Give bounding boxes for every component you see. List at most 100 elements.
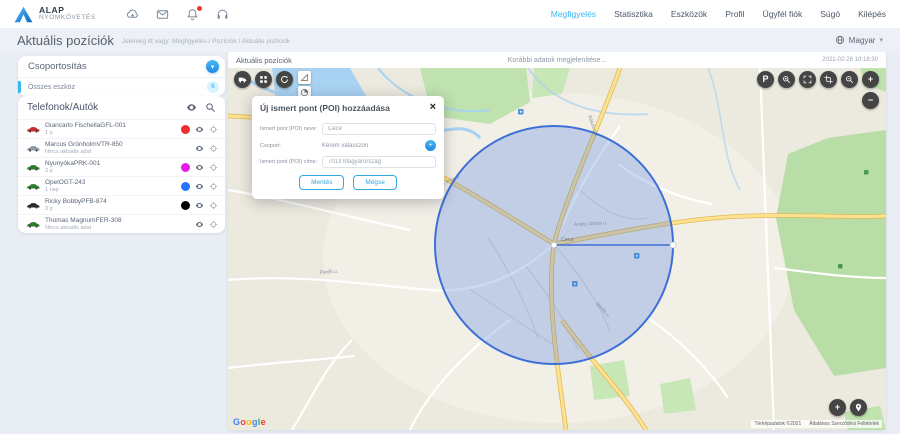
car-icon <box>26 163 40 172</box>
zoom-area-out-button[interactable] <box>841 71 858 88</box>
measure-tool-button[interactable] <box>298 71 311 84</box>
history-link[interactable]: Korábbi adatok megjelenítése... <box>228 57 886 64</box>
refresh-button[interactable] <box>276 71 293 88</box>
device-visibility-eye-icon[interactable] <box>195 182 204 191</box>
search-devices-icon[interactable] <box>205 102 216 113</box>
notifications-icon[interactable] <box>186 8 199 21</box>
car-icon <box>26 220 40 229</box>
content-area: Csoportosítás ▾ Összes eszköz 6 Telefono… <box>0 52 900 434</box>
device-locate-crosshair-icon[interactable] <box>209 163 218 172</box>
zoom-in-button[interactable]: + <box>862 71 879 88</box>
nav-statisztika[interactable]: Statisztika <box>614 9 653 19</box>
poi-name-field-label: Ismert pont (POI) neve: <box>260 126 322 132</box>
devices-card: Telefonok/Autók Giancarlo FischellaGFL-0… <box>18 96 225 233</box>
geofence-radius-handle[interactable] <box>670 242 676 248</box>
toggle-all-visibility-eye-icon[interactable] <box>186 102 197 113</box>
zoom-out-button[interactable]: − <box>862 92 879 109</box>
my-location-button[interactable] <box>850 399 867 416</box>
grouping-collapse-button[interactable]: ▾ <box>206 60 219 73</box>
add-poi-modal: Új ismert pont (POI) hozzáadása × Ismert… <box>252 96 444 199</box>
device-locate-crosshair-icon[interactable] <box>209 144 218 153</box>
device-locate-crosshair-icon[interactable] <box>209 125 218 134</box>
device-color-dot <box>181 125 190 134</box>
device-row[interactable]: NyunyókaPRK-0013 p <box>18 157 225 176</box>
nav-ugyfel-fiok[interactable]: Ügyfél fiók <box>763 9 803 19</box>
notification-badge <box>196 5 203 12</box>
chevron-down-icon: ▾ <box>879 36 883 44</box>
device-visibility-eye-icon[interactable] <box>195 163 204 172</box>
language-selector[interactable]: Magyar ▾ <box>835 35 883 45</box>
device-name: Thomas MagnumFER-308 <box>45 217 122 224</box>
page-title: Aktuális pozíciók <box>17 33 114 48</box>
top-header: ALAP NYOMKÖVETÉS <box>0 0 900 28</box>
add-poi-button[interactable]: + <box>829 399 846 416</box>
grouping-title: Csoportosítás <box>28 61 87 72</box>
devices-title: Telefonok/Autók <box>27 102 98 113</box>
show-poi-grid-button[interactable] <box>255 71 272 88</box>
geofence-overlay: Cece <box>435 126 676 364</box>
support-headset-icon[interactable] <box>216 8 229 21</box>
nav-sugo[interactable]: Súgó <box>820 9 840 19</box>
poi-name-input[interactable] <box>322 123 436 135</box>
device-row[interactable]: OpelOGT-2431 nap <box>18 176 225 195</box>
logo-triangle-icon <box>14 6 33 23</box>
zoom-area-in-button[interactable] <box>778 71 795 88</box>
group-field-label: Csoport: <box>260 143 322 149</box>
all-devices-label: Összes eszköz <box>28 84 75 91</box>
device-name: OpelOGT-243 <box>45 179 85 186</box>
car-icon <box>26 125 40 134</box>
device-visibility-eye-icon[interactable] <box>195 125 204 134</box>
device-name: Marcus GrönholmVTR-850 <box>45 141 123 148</box>
map-canvas[interactable]: Arany János u. Szent Imre u. Rákóczi u. … <box>228 68 886 430</box>
device-locate-crosshair-icon[interactable] <box>209 220 218 229</box>
terms-link[interactable]: Általános Szerződési Feltételek <box>809 421 879 427</box>
app-logo[interactable]: ALAP NYOMKÖVETÉS <box>14 6 96 23</box>
nav-eszkozok[interactable]: Eszközök <box>671 9 707 19</box>
messages-icon[interactable] <box>156 8 169 21</box>
group-select[interactable]: Kérem válasszon <box>322 143 425 149</box>
device-name: NyunyókaPRK-001 <box>45 160 100 167</box>
select-area-button[interactable] <box>820 71 837 88</box>
nav-profil[interactable]: Profil <box>725 9 744 19</box>
close-icon[interactable]: × <box>430 102 436 113</box>
globe-icon <box>835 35 845 45</box>
poi-address-field-label: Ismert pont (POI) címe: <box>260 159 322 165</box>
device-color-dot <box>181 163 190 172</box>
device-locate-crosshair-icon[interactable] <box>209 201 218 210</box>
device-status: Nincs aktuális adat <box>45 149 123 155</box>
poi-address-input[interactable] <box>322 156 436 168</box>
device-status: Nincs aktuális adat <box>45 225 122 231</box>
show-vehicles-button[interactable] <box>234 71 251 88</box>
fit-bounds-button[interactable] <box>799 71 816 88</box>
all-devices-count-badge: 6 <box>207 81 219 93</box>
poi-name-label: Cece <box>561 237 574 243</box>
geofence-center-handle[interactable] <box>551 242 556 247</box>
device-locate-crosshair-icon[interactable] <box>209 182 218 191</box>
logo-subtitle: NYOMKÖVETÉS <box>39 15 96 22</box>
device-visibility-eye-icon[interactable] <box>195 144 204 153</box>
map-panel: Aktuális pozíciók Korábbi adatok megjele… <box>228 52 886 430</box>
device-row[interactable]: Ricky BobbyPFB-8743 p <box>18 195 225 214</box>
sub-header: Aktuális pozíciók Jelenleg itt vagy: Meg… <box>0 28 900 52</box>
car-icon <box>26 201 40 210</box>
device-visibility-eye-icon[interactable] <box>195 201 204 210</box>
device-visibility-eye-icon[interactable] <box>195 220 204 229</box>
cloud-sync-icon[interactable] <box>126 8 139 21</box>
cancel-button[interactable]: Mégse <box>353 175 397 190</box>
parking-filter-button[interactable]: P <box>757 71 774 88</box>
device-row[interactable]: Giancarlo FischellaGFL-0011 p <box>18 119 225 138</box>
add-group-button[interactable]: + <box>425 140 436 151</box>
device-status: 3 p <box>45 168 100 174</box>
app-root: ALAP NYOMKÖVETÉS <box>0 0 900 434</box>
save-button[interactable]: Mentés <box>299 175 344 190</box>
device-row[interactable]: Marcus GrönholmVTR-850Nincs aktuális ada… <box>18 138 225 157</box>
nav-megfigyeles[interactable]: Megfigyelés <box>551 9 596 19</box>
street-label: Petőfi u. <box>320 269 339 276</box>
device-row[interactable]: Thomas MagnumFER-308Nincs aktuális adat <box>18 214 225 233</box>
nav-kilepes[interactable]: Kilépés <box>858 9 886 19</box>
map-attribution: Térképadatok ©2021 <box>754 421 801 427</box>
car-icon <box>26 182 40 191</box>
grouping-card: Csoportosítás ▾ Összes eszköz 6 <box>18 56 225 96</box>
all-devices-item[interactable]: Összes eszköz 6 <box>18 77 225 96</box>
device-status: 1 p <box>45 130 126 136</box>
